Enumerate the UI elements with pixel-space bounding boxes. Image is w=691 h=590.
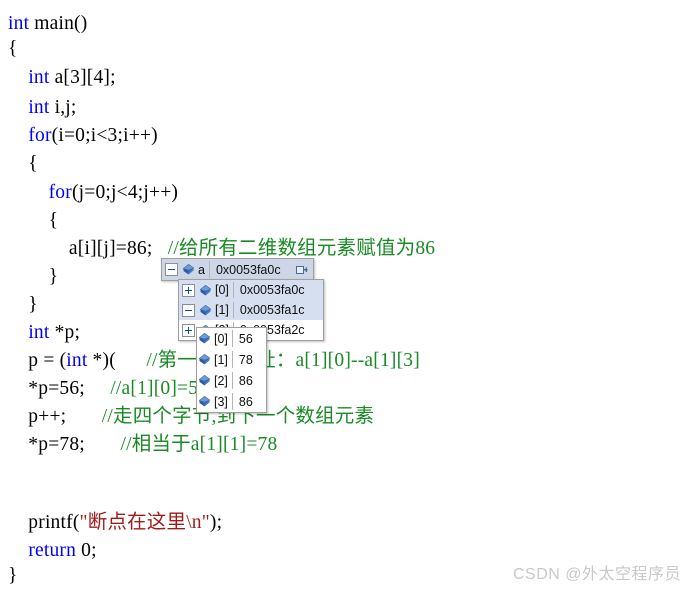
debug-variable-row[interactable]: a 0x0053fa0c	[162, 259, 313, 280]
debug-variable-value: 0x0053fa0c	[239, 283, 305, 297]
code-line: int *p;	[8, 323, 80, 343]
code-token-plain: (j=0;j<4;j++)	[71, 182, 179, 203]
field-diamond-icon	[200, 304, 211, 316]
debug-variable-name: [1]	[214, 352, 228, 367]
code-token-plain: }	[8, 266, 59, 287]
code-line: p++; //走四个字节,到下一个数组元素	[8, 407, 374, 427]
debug-variable-name: [3]	[214, 394, 228, 409]
code-token-kw: int	[28, 322, 50, 343]
code-token-plain: *)(	[87, 350, 116, 371]
debug-tooltip-inner[interactable]: [0] 56 [1] 78 [2] 86 [3] 86	[196, 327, 267, 413]
code-token-plain: {	[8, 210, 59, 231]
code-line: }	[8, 267, 58, 287]
code-token-plain: a[i][j]=86;	[8, 238, 168, 259]
debug-tooltip-root[interactable]: a 0x0053fa0c	[161, 258, 314, 281]
debug-variable-value: 86	[238, 394, 253, 409]
code-token-str: "断点在这里\n"	[79, 512, 210, 533]
field-diamond-icon	[200, 284, 211, 296]
debug-variable-value: 56	[238, 331, 253, 346]
code-token-plain: {	[8, 153, 38, 174]
code-token-kw: int	[66, 350, 88, 371]
code-line: }	[8, 295, 38, 315]
code-token-plain: 0;	[76, 540, 97, 561]
field-diamond-icon	[199, 396, 210, 407]
code-token-kw: for	[28, 125, 52, 146]
code-line: for(i=0;i<3;i++)	[8, 126, 158, 146]
code-token-kw: int	[8, 13, 30, 34]
code-token-plain: {	[8, 38, 18, 59]
code-token-plain: *p;	[49, 322, 81, 343]
code-line: return 0;	[8, 541, 97, 561]
code-token-cmt: //相当于a[1][1]=78	[120, 434, 278, 455]
debug-variable-row[interactable]: [2] 86	[197, 370, 266, 391]
debug-variable-name: [0]	[215, 283, 229, 297]
code-token-kw: return	[28, 540, 77, 561]
code-token-plain: a[3][4];	[49, 67, 116, 88]
field-diamond-icon	[199, 333, 210, 344]
code-line: *p=56; //a[1][0]=56;	[8, 379, 214, 399]
debug-variable-name: [1]	[215, 303, 229, 317]
code-token-plain: p++;	[8, 406, 102, 427]
code-line: int i,j;	[8, 98, 77, 118]
code-token-cmt: //第一行首地址：a[1][0]--a[1][3]	[115, 350, 420, 371]
code-token-kw: for	[48, 182, 72, 203]
code-line: }	[8, 566, 18, 586]
code-line: {	[8, 211, 58, 231]
debug-variable-name: [0]	[214, 331, 228, 346]
debug-variable-row[interactable]: [1] 0x0053fa1c	[179, 300, 323, 320]
code-token-kw: int	[28, 97, 50, 118]
code-token-plain: printf(	[8, 512, 80, 533]
code-token-plain: }	[8, 294, 38, 315]
code-line: {	[8, 39, 18, 59]
debug-variable-value: 86	[238, 373, 253, 388]
expand-plus-icon[interactable]	[182, 323, 195, 337]
code-line: {	[8, 154, 38, 174]
code-line: *p=78; //相当于a[1][1]=78	[8, 435, 277, 455]
code-token-plain: p = (	[8, 350, 67, 371]
expand-plus-icon[interactable]	[182, 283, 195, 297]
debug-variable-row[interactable]: [0] 56	[197, 328, 266, 349]
code-line: a[i][j]=86; //给所有二维数组元素赋值为86	[8, 239, 435, 259]
field-diamond-icon	[199, 354, 210, 365]
debug-variable-row[interactable]: [0] 0x0053fa0c	[179, 280, 323, 300]
code-token-kw: int	[28, 67, 50, 88]
code-token-plain: (i=0;i<3;i++)	[51, 125, 158, 146]
field-diamond-icon	[199, 375, 210, 386]
code-line: int a[3][4];	[8, 68, 116, 88]
collapse-minus-icon[interactable]	[165, 263, 178, 276]
code-editor[interactable]: int main(){ int a[3][4]; int i,j; for(i=…	[0, 0, 691, 590]
code-token-plain: i,j;	[49, 97, 77, 118]
field-diamond-icon	[183, 264, 194, 275]
code-line: for(j=0;j<4;j++)	[8, 183, 178, 203]
pin-to-source-icon[interactable]	[296, 264, 309, 276]
collapse-minus-icon[interactable]	[182, 303, 195, 317]
debug-variable-name: [2]	[214, 373, 228, 388]
code-token-cmt: //给所有二维数组元素赋值为86	[167, 238, 436, 259]
debug-variable-row[interactable]: [1] 78	[197, 349, 266, 370]
code-line: printf("断点在这里\n");	[8, 513, 222, 533]
debug-variable-value: 0x0053fa1c	[239, 303, 305, 317]
debug-variable-value: 0x0053fa0c	[215, 262, 281, 277]
code-token-plain: );	[209, 512, 223, 533]
debug-variable-row[interactable]: [3] 86	[197, 391, 266, 412]
code-token-plain: }	[8, 565, 18, 586]
code-line: int main()	[8, 14, 87, 34]
code-token-plain: main()	[29, 13, 88, 34]
watermark: CSDN @外太空程序员	[512, 566, 681, 583]
debug-variable-value: 78	[238, 352, 253, 367]
code-token-plain: *p=56;	[8, 378, 111, 399]
code-token-plain: *p=78;	[8, 434, 121, 455]
debug-variable-name: a	[198, 262, 205, 277]
